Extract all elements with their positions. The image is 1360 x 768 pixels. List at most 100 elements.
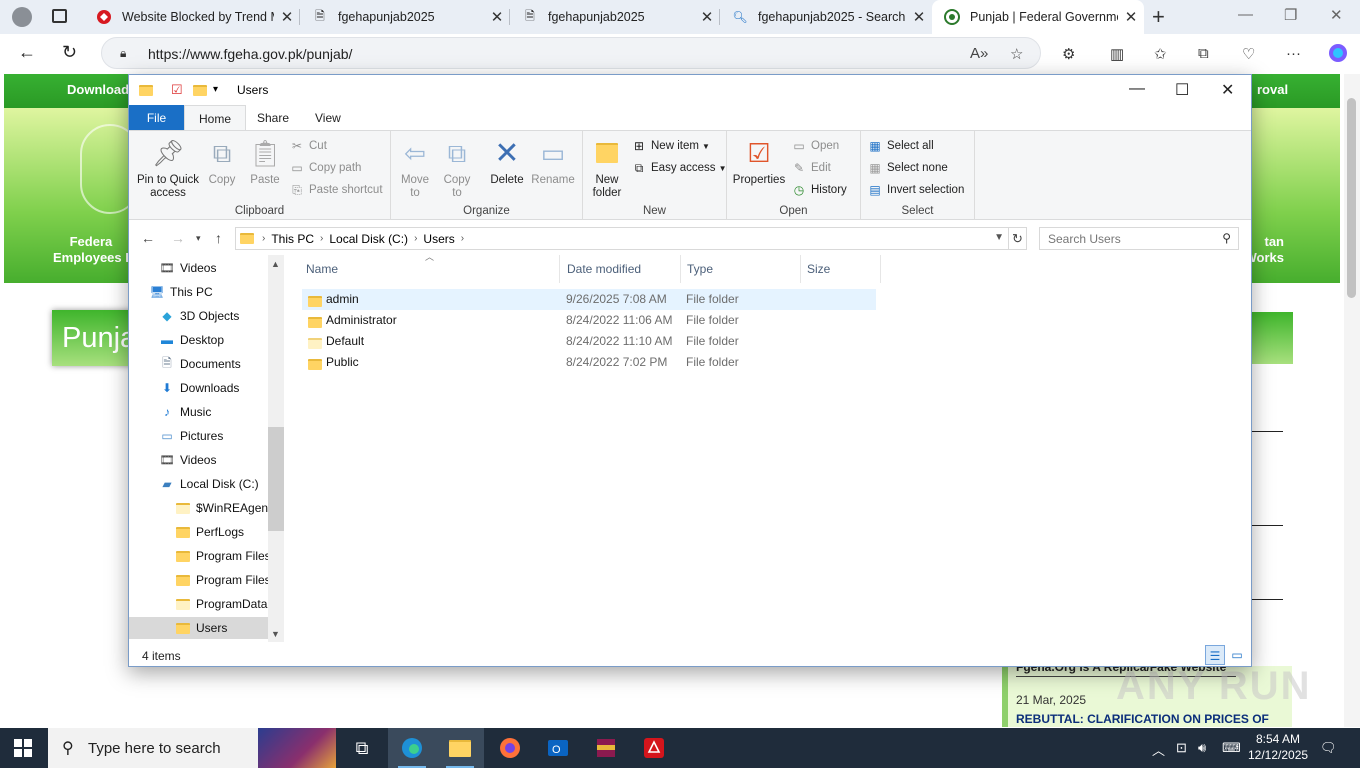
firefox-icon[interactable]	[486, 728, 534, 768]
navigation-scrollbar[interactable]: ▲ ▼	[268, 255, 284, 642]
delete-button[interactable]: ✕ Delete	[487, 137, 527, 187]
open-button[interactable]: ▭ Open	[791, 139, 839, 153]
address-bar[interactable]: 🔒︎ https://www.fgeha.gov.pk/punjab/ A» ☆	[101, 37, 1041, 69]
new-folder-quick-icon[interactable]	[193, 82, 207, 97]
close-tab-icon[interactable]: ✕	[906, 8, 932, 26]
restore-icon[interactable]: ❐	[1284, 6, 1297, 24]
breadcrumb-local-disk[interactable]: Local Disk (C:)	[329, 232, 408, 246]
nav-item-music[interactable]: ♪ Music	[159, 401, 284, 423]
close-tab-icon[interactable]: ✕	[1118, 8, 1144, 26]
file-row[interactable]: Administrator 8/24/2022 11:06 AM File fo…	[302, 310, 876, 331]
favorites-icon[interactable]: ✩	[1154, 45, 1167, 63]
taskbar-search[interactable]: ⚲ Type here to search	[48, 728, 336, 768]
volume-icon[interactable]: 🔊︎	[1198, 740, 1206, 756]
pin-to-quick-access-button[interactable]: 📌︎ Pin to Quick access	[135, 137, 201, 200]
nav-item-program-files-x86[interactable]: Program Files	[175, 569, 268, 591]
minimize-icon[interactable]: —	[1129, 80, 1145, 98]
nav-item-videos[interactable]: 🎞︎ Videos	[159, 257, 284, 279]
select-none-button[interactable]: ▦ Select none	[867, 161, 947, 175]
performance-icon[interactable]: ♡	[1242, 45, 1255, 63]
path-dropdown-icon[interactable]: ▼	[994, 232, 1004, 243]
chevron-icon[interactable]: ›	[320, 233, 323, 244]
winrar-icon[interactable]	[582, 728, 630, 768]
favorite-star-icon[interactable]: ☆	[1010, 45, 1023, 63]
browser-tab[interactable]: 🗎 fgehapunjab2025 ✕	[510, 0, 720, 34]
nav-item-local-disk[interactable]: ▰ Local Disk (C:)	[159, 473, 284, 495]
quick-access-dropdown-icon[interactable]: ▾	[213, 84, 218, 95]
browser-tab[interactable]: 🔍︎ fgehapunjab2025 - Search ✕	[720, 0, 932, 34]
webpage-top-link-right[interactable]: roval	[1257, 82, 1288, 97]
nav-item-program-files[interactable]: Program Files	[175, 545, 268, 567]
task-view-icon[interactable]: ⧉	[338, 728, 386, 768]
move-to-button[interactable]: ⇦ Move to	[397, 137, 433, 200]
close-icon[interactable]: ✕	[1221, 80, 1234, 100]
close-tab-icon[interactable]: ✕	[484, 8, 510, 26]
extensions-icon[interactable]: ⚙︎	[1062, 45, 1075, 63]
outlook-icon[interactable]: O	[534, 728, 582, 768]
recent-locations-icon[interactable]: ▾	[196, 233, 201, 244]
column-header-size[interactable]: Size	[801, 255, 881, 283]
browser-tab[interactable]: 🗎 fgehapunjab2025 ✕	[300, 0, 510, 34]
scroll-down-icon[interactable]: ▼	[271, 629, 280, 639]
easy-access-button[interactable]: ⧉ Easy access ▼	[631, 161, 727, 175]
file-row[interactable]: admin 9/26/2025 7:08 AM File folder	[302, 289, 876, 310]
split-screen-icon[interactable]: ▥	[1110, 45, 1124, 63]
network-icon[interactable]: ⊡	[1176, 740, 1187, 756]
news-headline[interactable]: REBUTTAL: CLARIFICATION ON PRICES OF	[1016, 712, 1269, 726]
nav-item-programdata[interactable]: ProgramData	[175, 593, 268, 615]
history-button[interactable]: ◷ History	[791, 183, 847, 197]
page-scrollbar[interactable]	[1344, 74, 1360, 727]
close-window-icon[interactable]: ✕	[1330, 6, 1343, 24]
nav-item-videos-2[interactable]: 🎞︎ Videos	[159, 449, 284, 471]
column-header-date[interactable]: Date modified	[561, 255, 681, 283]
profile-icon[interactable]	[12, 7, 32, 27]
copy-to-button[interactable]: ⧉ Copy to	[439, 137, 475, 200]
refresh-icon[interactable]: ↻	[62, 42, 77, 63]
webpage-top-link[interactable]: Download	[67, 82, 129, 97]
properties-quick-icon[interactable]: ☑	[171, 82, 183, 98]
close-tab-icon[interactable]: ✕	[274, 8, 300, 26]
read-aloud-icon[interactable]: A»	[970, 45, 988, 62]
nav-item-perflogs[interactable]: PerfLogs	[175, 521, 268, 543]
copy-path-button[interactable]: ▭ Copy path	[289, 161, 361, 175]
tab-view[interactable]: View	[301, 105, 355, 130]
select-all-button[interactable]: ▦ Select all	[867, 139, 933, 153]
back-icon[interactable]: ←	[18, 42, 36, 63]
properties-button[interactable]: ☑ Properties	[731, 137, 787, 187]
edit-button[interactable]: ✎ Edit	[791, 161, 831, 175]
chevron-icon[interactable]: ›	[414, 233, 417, 244]
minimize-icon[interactable]: —	[1238, 6, 1253, 23]
up-arrow-icon[interactable]: ↑	[215, 230, 222, 246]
refresh-icon[interactable]: ↻	[1009, 227, 1027, 250]
scrollbar-thumb[interactable]	[268, 427, 284, 531]
column-header-type[interactable]: Type	[681, 255, 801, 283]
details-view-icon[interactable]: ☰	[1205, 645, 1225, 665]
nav-item-winreagent[interactable]: $WinREAgent	[175, 497, 268, 519]
paste-shortcut-button[interactable]: ⎘ Paste shortcut	[289, 183, 382, 197]
acrobat-icon[interactable]	[630, 728, 678, 768]
tab-share[interactable]: Share	[243, 105, 303, 130]
breadcrumb-this-pc[interactable]: This PC	[271, 232, 314, 246]
tab-home[interactable]: Home	[184, 105, 247, 130]
nav-item-documents[interactable]: 🗎 Documents	[159, 353, 284, 375]
collections-icon[interactable]: ⧉	[1198, 45, 1209, 62]
copilot-icon[interactable]	[1328, 43, 1348, 67]
file-row[interactable]: Public 8/24/2022 7:02 PM File folder	[302, 352, 876, 373]
scrollbar-thumb[interactable]	[1347, 98, 1356, 298]
column-header-name[interactable]: Name	[300, 255, 560, 283]
tab-actions-icon[interactable]	[52, 9, 67, 23]
maximize-icon[interactable]: ☐	[1175, 80, 1189, 100]
breadcrumb-users[interactable]: Users	[423, 232, 454, 246]
url-text[interactable]: https://www.fgeha.gov.pk/punjab/	[148, 46, 352, 62]
more-menu-icon[interactable]: ···	[1286, 45, 1301, 62]
new-folder-button[interactable]: New folder	[587, 137, 627, 200]
path-box[interactable]: › This PC › Local Disk (C:) › Users › ▼	[235, 227, 1009, 250]
tab-file[interactable]: File	[129, 105, 184, 130]
chevron-icon[interactable]: ›	[262, 233, 265, 244]
scroll-up-icon[interactable]: ▲	[271, 259, 280, 269]
notifications-icon[interactable]: 🗨︎	[1320, 740, 1337, 756]
nav-item-desktop[interactable]: ▬ Desktop	[159, 329, 284, 351]
nav-item-3d-objects[interactable]: ◆ 3D Objects	[159, 305, 284, 327]
chevron-icon[interactable]: ›	[461, 233, 464, 244]
taskbar-clock[interactable]: 8:54 AM 12/12/2025	[1248, 731, 1308, 763]
